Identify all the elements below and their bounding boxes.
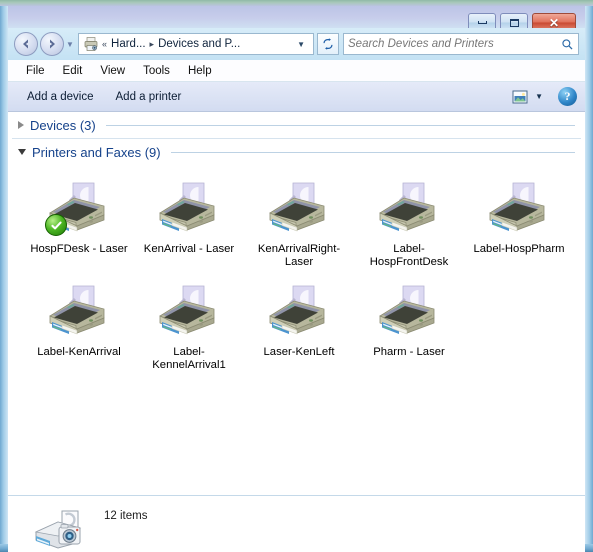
recent-pages-button[interactable]: ▼ (64, 40, 76, 49)
printer-icon-wrapper (267, 182, 331, 240)
printer-icon-wrapper (157, 182, 221, 240)
breadcrumb-dropdown-icon[interactable]: ▼ (293, 40, 309, 49)
menu-view[interactable]: View (92, 63, 133, 79)
help-button[interactable]: ? (558, 87, 577, 106)
group-divider (105, 124, 575, 126)
change-view-icon (512, 90, 528, 103)
printer-item[interactable]: KenArrival - Laser (134, 177, 244, 280)
printer-item-label: Label-HospPharm (473, 243, 565, 255)
printer-item[interactable]: Label-KenArrival (24, 280, 134, 383)
command-bar: Add a device Add a printer ▼ ? (8, 82, 585, 112)
printer-icon-grid: HospFDesk - Laser KenArrival - Laser Ken… (8, 165, 585, 383)
printer-item-label: Pharm - Laser (373, 346, 445, 358)
back-button[interactable] (14, 32, 38, 56)
printer-fax-icon (379, 285, 435, 335)
printer-item-label: KenArrival - Laser (143, 243, 235, 255)
search-box[interactable]: Search Devices and Printers (343, 33, 579, 55)
printer-item[interactable]: Label-HospFrontDesk (354, 177, 464, 280)
help-icon: ? (564, 89, 571, 103)
printer-item[interactable]: KenArrivalRight-Laser (244, 177, 354, 280)
status-item-count: 12 items (104, 510, 148, 522)
printer-camera-icon (34, 510, 82, 549)
printer-item-label: KenArrivalRight-Laser (257, 243, 341, 268)
search-input[interactable]: Search Devices and Printers (348, 38, 561, 50)
printer-item-label: Laser-KenLeft (263, 346, 335, 358)
printer-fax-icon (49, 285, 105, 335)
back-arrow-icon (23, 39, 28, 49)
printer-item-label: Label-HospFrontDesk (369, 243, 449, 268)
refresh-button[interactable] (317, 33, 339, 55)
printer-icon-wrapper (47, 285, 111, 343)
printer-fax-icon (159, 285, 215, 335)
items-view: Devices (3) Printers and Faxes (9) HospF… (8, 112, 585, 495)
printer-icon-wrapper (157, 285, 221, 343)
window-client-area: ▼ « Hard... ▸ Devices and P... ▼ Search … (8, 28, 585, 552)
printer-item[interactable]: Pharm - Laser (354, 280, 464, 383)
breadcrumb-item-devices-and-printers[interactable]: Devices and P... (157, 38, 241, 50)
refresh-icon (323, 38, 333, 50)
printer-icon (84, 37, 98, 51)
printer-fax-icon (269, 285, 325, 335)
printer-item[interactable]: Laser-KenLeft (244, 280, 354, 383)
printer-item-label: Label-KenArrival (37, 346, 121, 358)
command-bar-right: ▼ ? (510, 87, 577, 106)
printer-icon-wrapper (267, 285, 331, 343)
menu-help[interactable]: Help (180, 63, 220, 79)
window-frame-right (585, 6, 593, 546)
printer-icon-wrapper (45, 182, 111, 240)
status-bar: 12 items (8, 495, 585, 552)
group-title-printers-and-faxes: Printers and Faxes (9) (32, 144, 161, 160)
breadcrumb-overflow[interactable]: « (102, 39, 107, 49)
printer-fax-icon (379, 182, 435, 232)
chevron-down-icon (18, 149, 26, 155)
menu-file[interactable]: File (18, 63, 53, 79)
printer-fax-icon (489, 182, 545, 232)
menu-edit[interactable]: Edit (55, 63, 91, 79)
maximize-icon (509, 18, 519, 27)
printer-icon-wrapper (487, 182, 551, 240)
menu-tools[interactable]: Tools (135, 63, 178, 79)
printer-icon-wrapper (377, 182, 441, 240)
change-view-button[interactable] (510, 88, 530, 106)
search-icon (562, 38, 573, 50)
breadcrumb-item-hard[interactable]: Hard... (110, 38, 147, 50)
breadcrumb-separator[interactable]: ▸ (150, 39, 155, 50)
printer-icon-wrapper (377, 285, 441, 343)
minimize-icon (477, 21, 487, 24)
menu-bar: File Edit View Tools Help (8, 60, 585, 82)
printer-fax-icon (159, 182, 215, 232)
group-divider (170, 151, 575, 153)
chevron-right-icon (18, 121, 24, 129)
default-printer-check-icon (50, 221, 62, 229)
printer-fax-icon (269, 182, 325, 232)
address-bar: ▼ « Hard... ▸ Devices and P... ▼ Search … (8, 28, 585, 60)
add-a-device-button[interactable]: Add a device (16, 86, 105, 108)
add-a-printer-button[interactable]: Add a printer (105, 86, 193, 108)
window-frame-left (0, 6, 8, 546)
title-bar[interactable]: ✕ (8, 6, 585, 32)
change-view-caret-icon[interactable]: ▼ (533, 92, 549, 101)
devices-and-printers-window: ✕ ▼ « Hard... ▸ Devices and P... ▼ Searc… (0, 0, 593, 552)
breadcrumb-bar[interactable]: « Hard... ▸ Devices and P... ▼ (78, 33, 314, 55)
printer-item-label: Label-KennelArrival1 (152, 346, 226, 371)
printer-item-label: HospFDesk - Laser (30, 243, 128, 255)
printer-item[interactable]: Label-KennelArrival1 (134, 280, 244, 383)
group-header-printers-and-faxes[interactable]: Printers and Faxes (9) (8, 139, 585, 165)
printer-item[interactable]: Label-HospPharm (464, 177, 574, 280)
forward-arrow-icon (50, 39, 55, 49)
default-printer-badge (45, 214, 67, 236)
group-title-devices: Devices (3) (30, 117, 96, 133)
group-header-devices[interactable]: Devices (3) (8, 112, 585, 138)
printer-item[interactable]: HospFDesk - Laser (24, 177, 134, 280)
forward-button[interactable] (40, 32, 64, 56)
